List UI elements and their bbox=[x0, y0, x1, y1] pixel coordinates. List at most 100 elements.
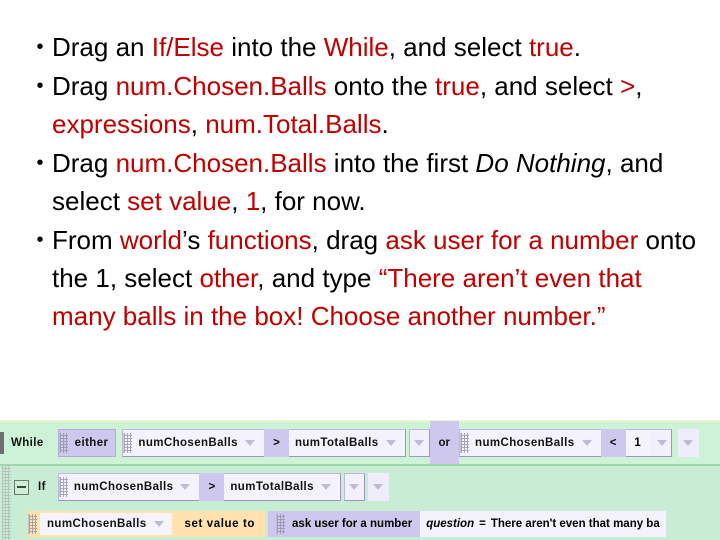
collapse-toggle-icon[interactable] bbox=[14, 479, 29, 495]
chevron-down-icon[interactable] bbox=[349, 484, 360, 490]
text-run-emphasis: true bbox=[435, 71, 480, 101]
chevron-down-icon[interactable] bbox=[373, 484, 384, 490]
text-run: , bbox=[231, 186, 246, 216]
text-run-emphasis: world bbox=[119, 225, 183, 255]
either-tile[interactable]: either bbox=[57, 429, 117, 457]
dropdown-button-cond2[interactable] bbox=[677, 429, 699, 457]
either-label: either bbox=[74, 437, 109, 449]
list-item: • From world’s functions, drag ask user … bbox=[28, 221, 700, 335]
chevron-down-icon[interactable] bbox=[244, 440, 255, 446]
text-run: . bbox=[381, 109, 389, 139]
text-run: , select bbox=[109, 263, 200, 293]
variable-chip-second[interactable]: numChosenBalls bbox=[469, 430, 601, 456]
condition-tile-1[interactable]: numChosenBalls > numTotalBalls bbox=[122, 429, 406, 457]
grip-icon[interactable] bbox=[276, 514, 286, 534]
chevron-down-icon[interactable] bbox=[180, 484, 191, 490]
nesting-guide bbox=[2, 508, 11, 540]
text-run-emphasis: 1 bbox=[245, 186, 261, 216]
text-run: into the bbox=[223, 32, 324, 62]
variable-chip-left[interactable]: numChosenBalls bbox=[132, 430, 264, 456]
text-run: 1 bbox=[95, 263, 110, 293]
variable-name: numChosenBalls bbox=[73, 481, 174, 493]
parameter-equals: = bbox=[479, 518, 486, 530]
text-run-emphasis: num.Chosen.Balls bbox=[115, 148, 327, 178]
bullet-text: Drag num.Chosen.Balls into the first Do … bbox=[52, 144, 700, 220]
function-call-tile[interactable]: ask user for a number bbox=[268, 511, 421, 537]
grip-icon[interactable] bbox=[28, 514, 37, 534]
variable-chip-right[interactable]: numTotalBalls bbox=[224, 474, 340, 500]
variable-name: numChosenBalls bbox=[138, 437, 238, 449]
condition-tile-2[interactable]: numChosenBalls < 1 bbox=[459, 429, 672, 457]
parameter-value: There aren't even that many ba bbox=[490, 518, 660, 530]
nesting-guide bbox=[2, 466, 11, 508]
text-run: Drag bbox=[52, 148, 116, 178]
code-editor-panel[interactable]: While either numChosenBalls > numTotalBa… bbox=[0, 420, 720, 540]
chevron-down-icon[interactable] bbox=[414, 440, 425, 446]
dropdown-button-cond1[interactable] bbox=[408, 429, 430, 457]
grip-icon[interactable] bbox=[460, 433, 470, 453]
bullet-text: From world’s functions, drag ask user fo… bbox=[52, 221, 700, 335]
text-run-emphasis: functions bbox=[207, 225, 312, 255]
dropdown-button-if-a[interactable] bbox=[343, 473, 365, 501]
function-name: ask user for a number bbox=[292, 518, 413, 530]
chevron-down-icon[interactable] bbox=[581, 440, 592, 446]
keyword-while: While bbox=[11, 437, 44, 449]
text-run: , bbox=[190, 109, 206, 139]
bullet-list: • Drag an If/Else into the While, and se… bbox=[28, 28, 700, 336]
text-run-emphasis: While bbox=[323, 32, 389, 62]
text-run: ’s bbox=[182, 225, 208, 255]
operator-or[interactable]: or bbox=[429, 421, 460, 465]
assignment-target-chip[interactable]: numChosenBalls bbox=[40, 513, 172, 535]
text-run: Drag an bbox=[52, 32, 152, 62]
variable-name: numTotalBalls bbox=[230, 481, 314, 493]
code-row-while[interactable]: While either numChosenBalls > numTotalBa… bbox=[0, 420, 720, 465]
text-run: . bbox=[573, 32, 581, 62]
bullet-marker: • bbox=[36, 36, 44, 58]
text-run: Drag bbox=[52, 71, 116, 101]
grip-icon[interactable] bbox=[58, 477, 68, 497]
list-item: • Drag num.Chosen.Balls into the first D… bbox=[28, 144, 700, 220]
literal-value[interactable]: 1 bbox=[625, 430, 650, 456]
variable-chip-right[interactable]: numTotalBalls bbox=[288, 430, 405, 456]
operator-less-than[interactable]: < bbox=[600, 429, 626, 457]
assignment-tile[interactable]: numChosenBalls set value to bbox=[28, 511, 266, 537]
chevron-down-icon[interactable] bbox=[153, 521, 164, 527]
variable-name: numTotalBalls bbox=[294, 437, 379, 449]
code-row-set-value[interactable]: numChosenBalls set value to ask user for… bbox=[0, 508, 720, 540]
text-run: From bbox=[52, 225, 120, 255]
text-run-emphasis: other bbox=[199, 263, 258, 293]
chevron-down-icon[interactable] bbox=[656, 440, 667, 446]
grip-icon[interactable] bbox=[123, 433, 133, 453]
bullet-text: Drag an If/Else into the While, and sele… bbox=[52, 28, 700, 66]
variable-name: numChosenBalls bbox=[47, 518, 147, 530]
if-condition-tile[interactable]: numChosenBalls > numTotalBalls bbox=[57, 473, 341, 501]
text-run: , drag bbox=[311, 225, 386, 255]
text-run: , and select bbox=[479, 71, 621, 101]
chevron-down-icon[interactable] bbox=[385, 440, 396, 446]
chevron-down-icon[interactable] bbox=[320, 484, 331, 490]
list-item: • Drag an If/Else into the While, and se… bbox=[28, 28, 700, 66]
text-run: , and select bbox=[388, 32, 529, 62]
chevron-down-icon[interactable] bbox=[683, 440, 694, 446]
text-run-emphasis: expressions bbox=[52, 109, 191, 139]
dropdown-button-if-b[interactable] bbox=[367, 473, 389, 501]
text-run: , for now. bbox=[260, 186, 366, 216]
set-value-label: set value to bbox=[184, 518, 256, 530]
text-run-emphasis: set value bbox=[127, 186, 232, 216]
drag-handle-icon[interactable] bbox=[0, 432, 4, 454]
text-run: onto the bbox=[326, 71, 435, 101]
variable-chip-left[interactable]: numChosenBalls bbox=[67, 474, 200, 500]
parameter-box[interactable]: question = There aren't even that many b… bbox=[420, 511, 666, 537]
text-run-emphasis: ask user for a number bbox=[385, 225, 639, 255]
grip-icon[interactable] bbox=[58, 433, 68, 453]
parameter-name: question bbox=[426, 518, 475, 530]
operator-greater-than[interactable]: > bbox=[199, 473, 225, 501]
keyword-if: If bbox=[38, 481, 46, 493]
operator-greater-than[interactable]: > bbox=[263, 429, 289, 457]
text-run: , bbox=[635, 71, 643, 101]
code-row-if[interactable]: If numChosenBalls > numTotalBalls bbox=[0, 464, 720, 508]
text-run-emphasis: num.Total.Balls bbox=[205, 109, 382, 139]
bullet-text: Drag num.Chosen.Balls onto the true, and… bbox=[52, 67, 700, 143]
slide-canvas: • Drag an If/Else into the While, and se… bbox=[0, 0, 720, 540]
text-run-emphasis: If/Else bbox=[151, 32, 224, 62]
